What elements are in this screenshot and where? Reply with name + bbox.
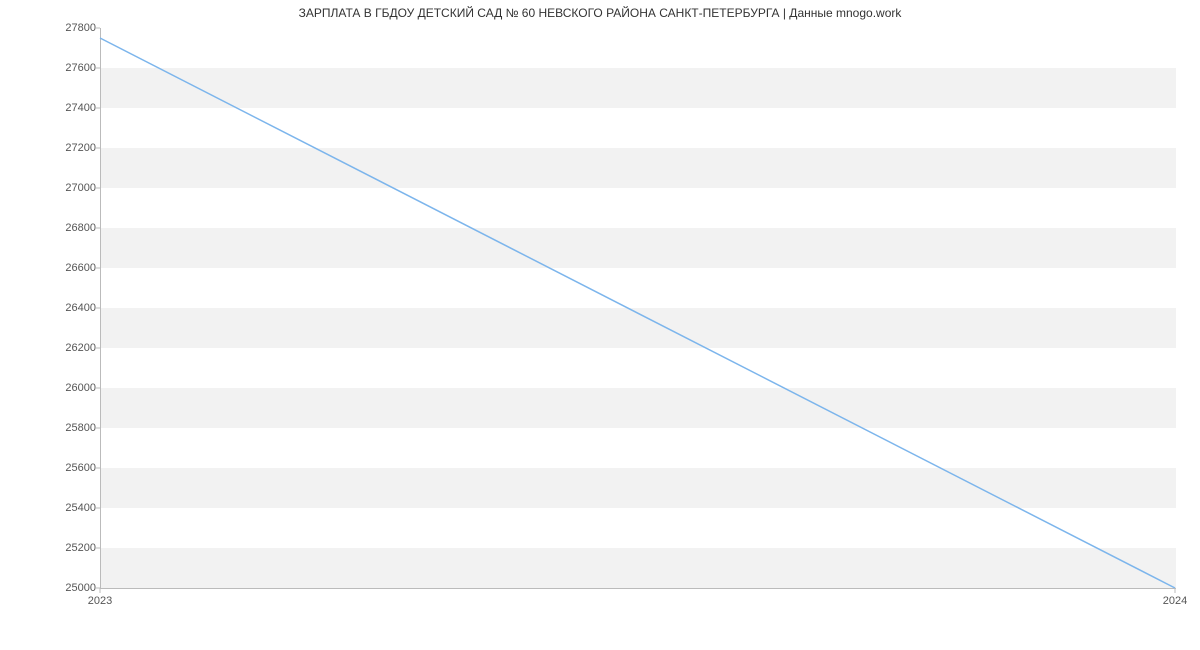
- y-tick-label: 27600: [46, 62, 96, 74]
- y-tick-label: 27800: [46, 22, 96, 34]
- y-tick-label: 27000: [46, 182, 96, 194]
- y-tick-mark: [95, 68, 100, 69]
- y-tick-label: 25000: [46, 582, 96, 594]
- y-tick-label: 26000: [46, 382, 96, 394]
- chart-container: ЗАРПЛАТА В ГБДОУ ДЕТСКИЙ САД № 60 НЕВСКО…: [0, 0, 1200, 650]
- y-tick-mark: [95, 348, 100, 349]
- y-tick-mark: [95, 468, 100, 469]
- y-tick-mark: [95, 548, 100, 549]
- y-tick-mark: [95, 268, 100, 269]
- y-tick-mark: [95, 108, 100, 109]
- y-tick-mark: [95, 388, 100, 389]
- y-tick-label: 25200: [46, 542, 96, 554]
- y-tick-label: 26200: [46, 342, 96, 354]
- y-tick-mark: [95, 188, 100, 189]
- y-tick-mark: [95, 508, 100, 509]
- x-tick-label: 2024: [1163, 595, 1187, 607]
- x-tick-mark: [1175, 588, 1176, 593]
- y-tick-label: 26800: [46, 222, 96, 234]
- chart-title: ЗАРПЛАТА В ГБДОУ ДЕТСКИЙ САД № 60 НЕВСКО…: [0, 6, 1200, 20]
- line-layer: [100, 28, 1175, 588]
- y-tick-label: 25800: [46, 422, 96, 434]
- y-tick-label: 26600: [46, 262, 96, 274]
- y-tick-label: 25400: [46, 502, 96, 514]
- y-tick-mark: [95, 28, 100, 29]
- x-tick-mark: [100, 588, 101, 593]
- y-tick-mark: [95, 308, 100, 309]
- y-tick-label: 25600: [46, 462, 96, 474]
- y-tick-mark: [95, 148, 100, 149]
- x-tick-label: 2023: [88, 595, 112, 607]
- y-tick-label: 27200: [46, 142, 96, 154]
- y-tick-label: 27400: [46, 102, 96, 114]
- y-tick-label: 26400: [46, 302, 96, 314]
- y-tick-mark: [95, 428, 100, 429]
- series-line: [100, 38, 1175, 588]
- y-tick-mark: [95, 228, 100, 229]
